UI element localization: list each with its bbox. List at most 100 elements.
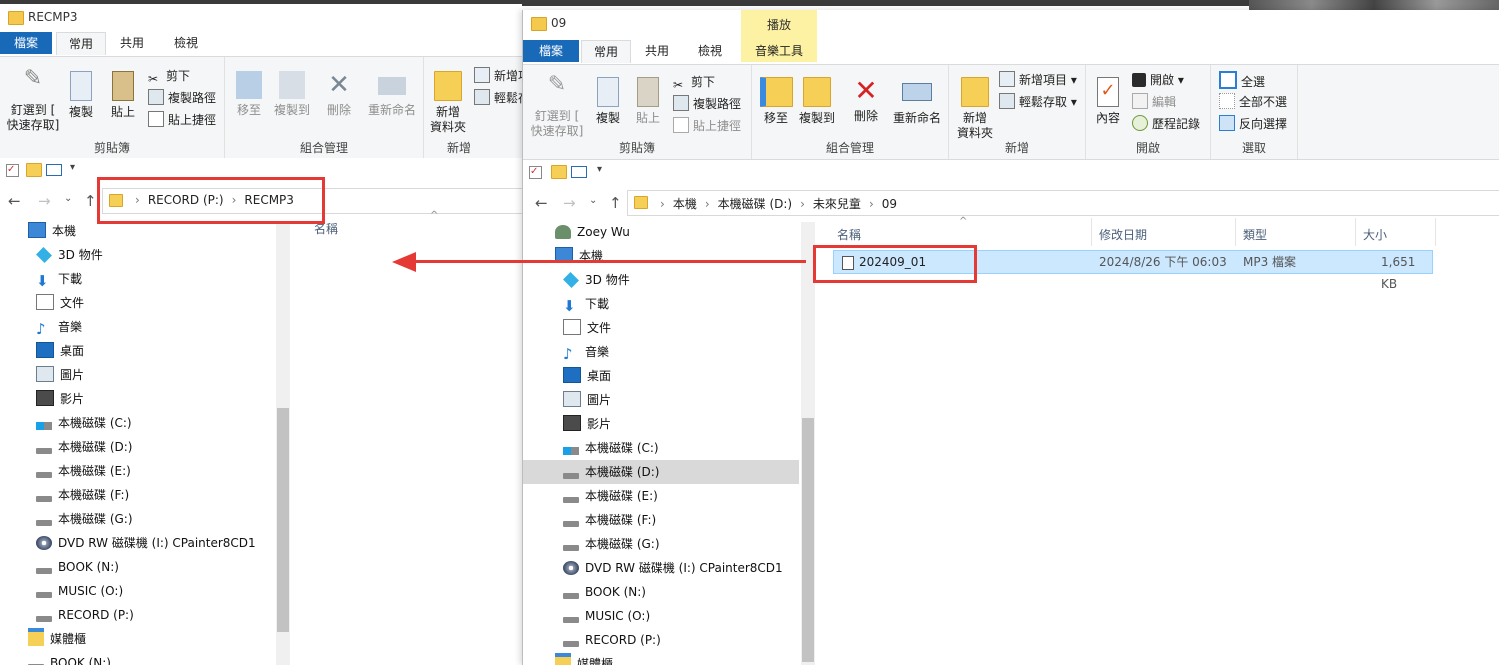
paste-shortcut-button[interactable]: 貼上捷徑	[148, 111, 216, 129]
nav-item[interactable]: 本機磁碟 (C:)	[523, 436, 799, 460]
nav-item[interactable]: 本機磁碟 (E:)	[523, 484, 799, 508]
delete-button[interactable]: ✕ 刪除	[848, 77, 884, 124]
new-item-button[interactable]: 新增項	[474, 67, 522, 85]
back-icon[interactable]: ←	[8, 192, 21, 210]
scrollbar-thumb[interactable]	[277, 408, 289, 632]
copy-to-button[interactable]: 複製到	[271, 71, 313, 118]
nav-item[interactable]: BOOK (N:)	[0, 651, 276, 665]
tab-home[interactable]: 常用	[581, 40, 631, 63]
new-folder-icon[interactable]	[551, 165, 567, 179]
cut-button[interactable]: ✂ 剪下	[148, 67, 190, 86]
paste-button[interactable]: 貼上	[104, 71, 142, 120]
paste-shortcut-button[interactable]: 貼上捷徑	[673, 117, 741, 135]
nav-item[interactable]: 3D 物件	[0, 243, 276, 267]
nav-item[interactable]: 本機磁碟 (G:)	[523, 532, 799, 556]
nav-item[interactable]: ♪ 音樂	[0, 315, 276, 339]
column-header-name[interactable]: 名稱	[837, 226, 861, 243]
nav-item[interactable]: 桌面	[0, 339, 276, 363]
nav-scrollbar[interactable]	[276, 224, 290, 665]
tab-file[interactable]: 檔案	[523, 40, 579, 62]
nav-item[interactable]: 本機磁碟 (D:)	[0, 435, 276, 459]
nav-item[interactable]: 圖片	[523, 388, 799, 412]
up-icon[interactable]: ↑	[609, 194, 622, 212]
window-icon[interactable]	[571, 166, 587, 178]
paste-button[interactable]: 貼上	[629, 77, 667, 126]
nav-item[interactable]: 本機磁碟 (F:)	[0, 483, 276, 507]
tab-view[interactable]: 檢視	[685, 40, 735, 62]
properties-button[interactable]: ✓ 內容	[1090, 77, 1126, 126]
recent-chevron-icon[interactable]: ⌄	[64, 193, 72, 204]
nav-item[interactable]: 本機磁碟 (D:)	[523, 460, 799, 484]
select-all-button[interactable]: 全選	[1219, 71, 1265, 89]
select-none-button[interactable]: 全部不選	[1219, 93, 1287, 111]
nav-item[interactable]: 媒體櫃	[523, 652, 799, 665]
column-header-type[interactable]: 類型	[1243, 226, 1267, 243]
nav-item[interactable]: 本機磁碟 (F:)	[523, 508, 799, 532]
nav-item[interactable]: 文件	[523, 316, 799, 340]
open-button[interactable]: 開啟 ▾	[1132, 71, 1184, 89]
nav-item[interactable]: MUSIC (O:)	[523, 604, 799, 628]
back-icon[interactable]: ←	[535, 194, 548, 212]
chevron-down-icon[interactable]: ▾	[597, 164, 602, 175]
nav-item[interactable]: BOOK (N:)	[523, 580, 799, 604]
copy-to-button[interactable]: 複製到	[796, 77, 838, 126]
nav-item[interactable]: 媒體櫃	[0, 627, 276, 651]
nav-item[interactable]: 本機磁碟 (E:)	[0, 459, 276, 483]
new-folder-icon[interactable]	[26, 163, 42, 177]
nav-item[interactable]: 影片	[0, 387, 276, 411]
cut-button[interactable]: ✂ 剪下	[673, 73, 715, 92]
nav-item[interactable]: RECORD (P:)	[0, 603, 276, 627]
window-icon[interactable]	[46, 164, 62, 176]
nav-item[interactable]: ♪ 音樂	[523, 340, 799, 364]
new-folder-button[interactable]: 新增 資料夾	[426, 71, 470, 135]
tab-home[interactable]: 常用	[56, 32, 106, 55]
nav-item[interactable]: ⬇ 下載	[523, 292, 799, 316]
address-field[interactable]: › 本機 › 本機磁碟 (D:) › 未來兒童 › 09	[627, 190, 1499, 216]
new-item-button[interactable]: 新增項目 ▾	[999, 71, 1077, 89]
invert-selection-button[interactable]: 反向選擇	[1219, 115, 1287, 133]
copy-path-button[interactable]: 複製路徑	[673, 95, 741, 113]
nav-item[interactable]: Zoey Wu	[523, 220, 799, 244]
column-header-date[interactable]: 修改日期	[1099, 226, 1147, 243]
nav-item[interactable]: RECORD (P:)	[523, 628, 799, 652]
up-icon[interactable]: ↑	[84, 192, 97, 210]
breadcrumb-future-kids[interactable]: 未來兒童	[813, 197, 861, 211]
nav-item[interactable]: MUSIC (O:)	[0, 579, 276, 603]
tab-share[interactable]: 共用	[633, 40, 681, 62]
forward-icon[interactable]: →	[38, 192, 51, 210]
nav-item[interactable]: 圖片	[0, 363, 276, 387]
nav-item[interactable]: ⬇ 下載	[0, 267, 276, 291]
nav-item[interactable]: 文件	[0, 291, 276, 315]
copy-button[interactable]: 複製	[62, 71, 100, 120]
easy-access-button[interactable]: 輕鬆存	[474, 89, 522, 107]
tab-share[interactable]: 共用	[108, 32, 156, 54]
pin-quick-access-button[interactable]: ✎ 釘選到 [ 快速存取]	[527, 74, 587, 139]
nav-item[interactable]: BOOK (N:)	[0, 555, 276, 579]
easy-access-button[interactable]: 輕鬆存取 ▾	[999, 93, 1077, 111]
edit-button[interactable]: 編輯	[1132, 93, 1176, 111]
tab-music-tools[interactable]: 音樂工具	[741, 40, 817, 62]
forward-icon[interactable]: →	[563, 194, 576, 212]
properties-icon[interactable]: ✓	[529, 166, 542, 179]
properties-icon[interactable]: ✓	[6, 164, 19, 177]
nav-item[interactable]: DVD RW 磁碟機 (I:) CPainter8CD1	[523, 556, 799, 580]
nav-item[interactable]: 本機	[523, 244, 799, 268]
scrollbar-thumb[interactable]	[802, 418, 814, 662]
nav-item[interactable]: DVD RW 磁碟機 (I:) CPainter8CD1	[0, 531, 276, 555]
nav-item[interactable]: 桌面	[523, 364, 799, 388]
rename-button[interactable]: 重新命名	[363, 71, 421, 118]
history-button[interactable]: 歷程記錄	[1132, 115, 1200, 133]
recent-chevron-icon[interactable]: ⌄	[589, 195, 597, 206]
nav-item[interactable]: 影片	[523, 412, 799, 436]
nav-item[interactable]: 本機磁碟 (C:)	[0, 411, 276, 435]
nav-item[interactable]: 本機磁碟 (G:)	[0, 507, 276, 531]
chevron-down-icon[interactable]: ▾	[70, 162, 75, 173]
tab-file[interactable]: 檔案	[0, 32, 52, 54]
breadcrumb-drive-d[interactable]: 本機磁碟 (D:)	[718, 197, 792, 211]
nav-item[interactable]: 3D 物件	[523, 268, 799, 292]
move-to-button[interactable]: 移至	[760, 77, 793, 126]
pin-quick-access-button[interactable]: ✎ 釘選到 [ 快速存取]	[4, 68, 62, 133]
breadcrumb-09[interactable]: 09	[882, 197, 897, 211]
copy-path-button[interactable]: 複製路徑	[148, 89, 216, 107]
delete-button[interactable]: ✕ 刪除	[321, 71, 357, 118]
